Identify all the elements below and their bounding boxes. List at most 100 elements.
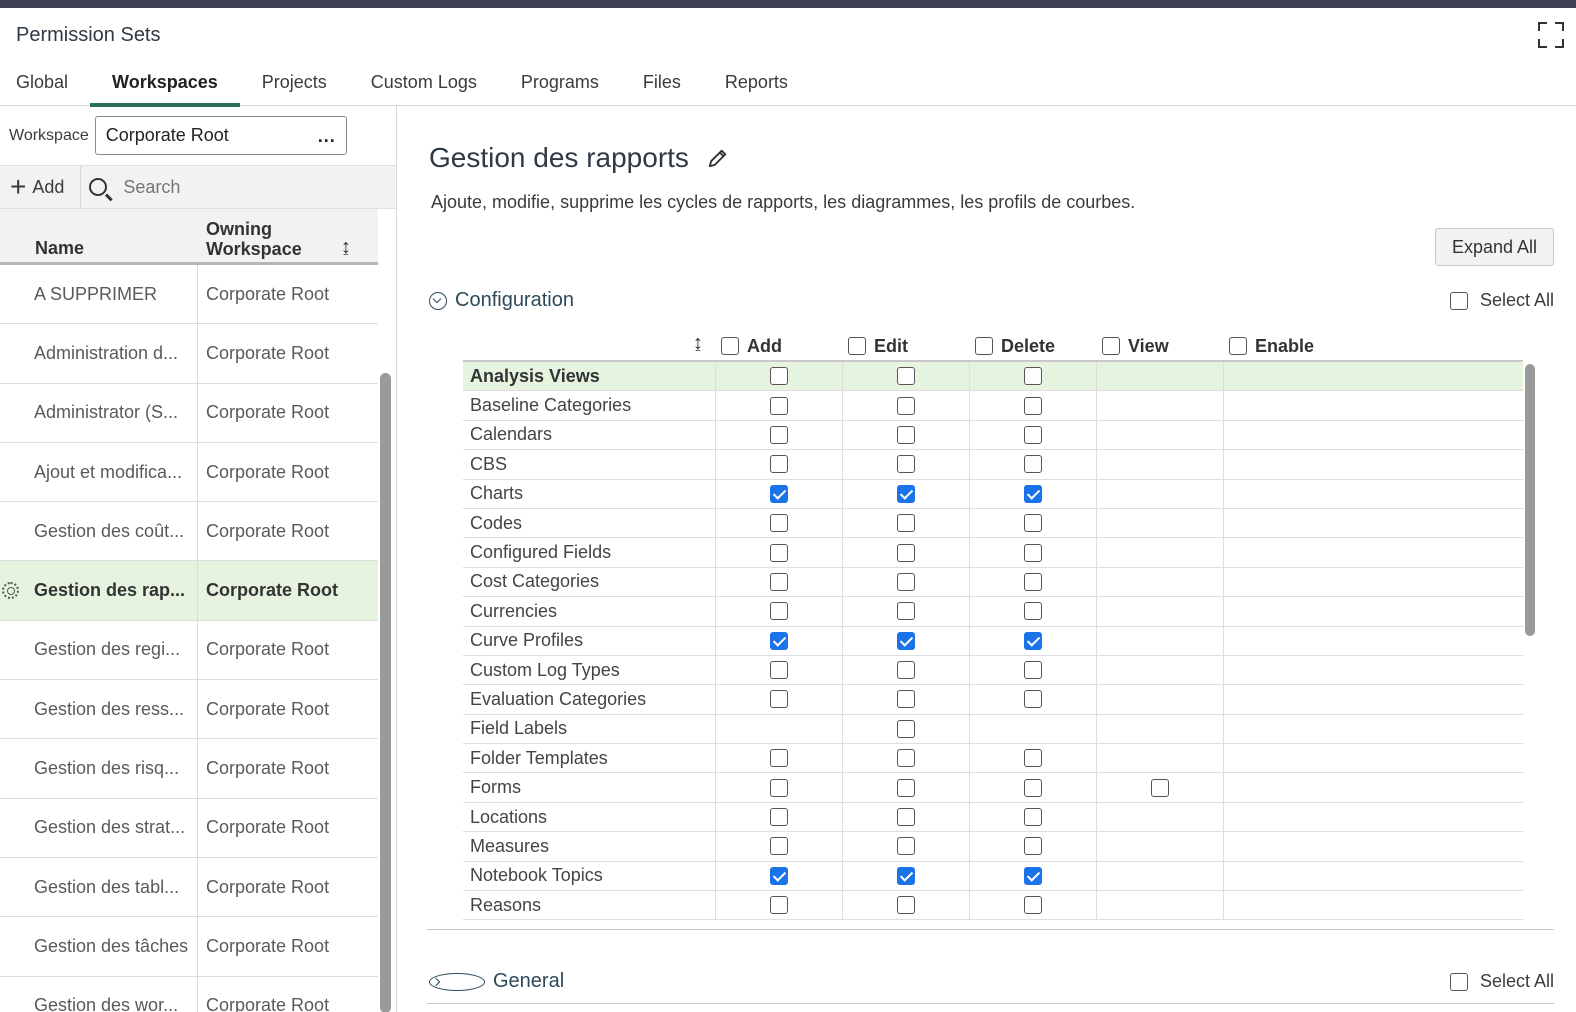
column-select-checkbox[interactable] [848, 337, 866, 355]
delete-checkbox[interactable] [1024, 749, 1042, 768]
delete-checkbox[interactable] [1024, 808, 1042, 827]
delete-checkbox[interactable] [1024, 631, 1042, 650]
configuration-toggle[interactable]: Configuration [429, 289, 574, 312]
delete-checkbox[interactable] [1024, 896, 1042, 915]
add-checkbox[interactable] [770, 778, 788, 797]
more-options-icon[interactable]: ... [318, 127, 336, 145]
edit-checkbox[interactable] [897, 425, 915, 444]
table-row[interactable]: Gestion des regi... Corporate Root [0, 620, 378, 681]
column-select-checkbox[interactable] [721, 337, 739, 355]
table-row[interactable]: Administrator (S... Corporate Root [0, 383, 378, 443]
search-input[interactable] [123, 176, 344, 198]
edit-checkbox[interactable] [897, 572, 915, 591]
tab-projects[interactable]: Projects [240, 62, 349, 105]
general-toggle[interactable]: General [429, 970, 564, 993]
column-header-delete[interactable]: Delete [975, 336, 1055, 357]
tab-files[interactable]: Files [621, 62, 703, 105]
sort-icon[interactable]: ↨ [341, 236, 351, 259]
delete-checkbox[interactable] [1024, 661, 1042, 680]
column-header-owning-workspace[interactable]: Owning Workspace [198, 219, 333, 259]
add-checkbox[interactable] [770, 631, 788, 650]
edit-checkbox[interactable] [897, 866, 915, 885]
add-checkbox[interactable] [770, 396, 788, 415]
configuration-select-all[interactable]: Select All [1449, 290, 1554, 311]
edit-checkbox[interactable] [897, 367, 915, 386]
edit-checkbox[interactable] [897, 719, 915, 738]
edit-pencil-icon[interactable] [707, 147, 729, 169]
add-checkbox[interactable] [770, 866, 788, 885]
column-header-view[interactable]: View [1102, 336, 1169, 357]
table-row[interactable]: Gestion des risq... Corporate Root [0, 739, 378, 799]
column-select-checkbox[interactable] [1229, 337, 1247, 355]
fullscreen-icon[interactable] [1536, 20, 1566, 50]
edit-checkbox[interactable] [897, 837, 915, 856]
table-row[interactable]: Administration d... Corporate Root [0, 324, 378, 384]
tab-reports[interactable]: Reports [703, 62, 810, 105]
add-checkbox[interactable] [770, 661, 788, 680]
delete-checkbox[interactable] [1024, 484, 1042, 503]
edit-checkbox[interactable] [897, 514, 915, 533]
add-checkbox[interactable] [770, 514, 788, 533]
add-checkbox[interactable] [770, 425, 788, 444]
edit-checkbox[interactable] [897, 455, 915, 474]
delete-checkbox[interactable] [1024, 425, 1042, 444]
tab-programs[interactable]: Programs [499, 62, 621, 105]
column-select-checkbox[interactable] [1102, 337, 1120, 355]
add-checkbox[interactable] [770, 690, 788, 709]
view-checkbox[interactable] [1151, 778, 1169, 797]
edit-checkbox[interactable] [897, 602, 915, 621]
edit-checkbox[interactable] [897, 661, 915, 680]
add-checkbox[interactable] [770, 367, 788, 386]
add-checkbox[interactable] [770, 543, 788, 562]
table-row[interactable]: Gestion des rap... Corporate Root [0, 561, 378, 621]
delete-checkbox[interactable] [1024, 455, 1042, 474]
column-header-name[interactable]: Name [0, 238, 198, 259]
delete-checkbox[interactable] [1024, 514, 1042, 533]
table-row[interactable]: Ajout et modifica... Corporate Root [0, 442, 378, 503]
workspace-picker[interactable]: Corporate Root ... [94, 116, 347, 155]
edit-checkbox[interactable] [897, 749, 915, 768]
add-checkbox[interactable] [770, 572, 788, 591]
table-row[interactable]: Gestion des wor... Corporate Root [0, 976, 378, 1012]
delete-checkbox[interactable] [1024, 367, 1042, 386]
delete-checkbox[interactable] [1024, 778, 1042, 797]
table-scrollbar[interactable] [1525, 364, 1535, 636]
add-checkbox[interactable] [770, 896, 788, 915]
tab-workspaces[interactable]: Workspaces [90, 62, 240, 107]
add-button[interactable]: + Add [0, 166, 82, 208]
select-all-checkbox[interactable] [1449, 291, 1468, 310]
column-select-checkbox[interactable] [975, 337, 993, 355]
add-checkbox[interactable] [770, 808, 788, 827]
edit-checkbox[interactable] [897, 631, 915, 650]
edit-checkbox[interactable] [897, 778, 915, 797]
delete-checkbox[interactable] [1024, 690, 1042, 709]
table-row[interactable]: Gestion des strat... Corporate Root [0, 798, 378, 858]
delete-checkbox[interactable] [1024, 866, 1042, 885]
edit-checkbox[interactable] [897, 808, 915, 827]
edit-checkbox[interactable] [897, 543, 915, 562]
add-checkbox[interactable] [770, 837, 788, 856]
edit-checkbox[interactable] [897, 484, 915, 503]
add-checkbox[interactable] [770, 484, 788, 503]
delete-checkbox[interactable] [1024, 602, 1042, 621]
table-row[interactable]: Gestion des coût... Corporate Root [0, 502, 378, 562]
table-row[interactable]: A SUPPRIMER Corporate Root [0, 265, 378, 325]
sort-icon[interactable]: ↨ [693, 332, 703, 355]
general-select-all[interactable]: Select All [1449, 971, 1554, 992]
delete-checkbox[interactable] [1024, 543, 1042, 562]
delete-checkbox[interactable] [1024, 837, 1042, 856]
edit-checkbox[interactable] [897, 896, 915, 915]
list-scrollbar[interactable] [380, 373, 391, 1012]
add-checkbox[interactable] [770, 455, 788, 474]
add-checkbox[interactable] [770, 602, 788, 621]
delete-checkbox[interactable] [1024, 572, 1042, 591]
edit-checkbox[interactable] [897, 396, 915, 415]
table-row[interactable]: Gestion des tâches Corporate Root [0, 917, 378, 977]
column-header-add[interactable]: Add [721, 336, 782, 357]
table-row[interactable]: Gestion des tabl... Corporate Root [0, 857, 378, 918]
select-all-checkbox[interactable] [1449, 972, 1468, 991]
edit-checkbox[interactable] [897, 690, 915, 709]
column-header-edit[interactable]: Edit [848, 336, 908, 357]
expand-all-button[interactable]: Expand All [1434, 228, 1554, 266]
tab-global[interactable]: Global [0, 62, 90, 105]
